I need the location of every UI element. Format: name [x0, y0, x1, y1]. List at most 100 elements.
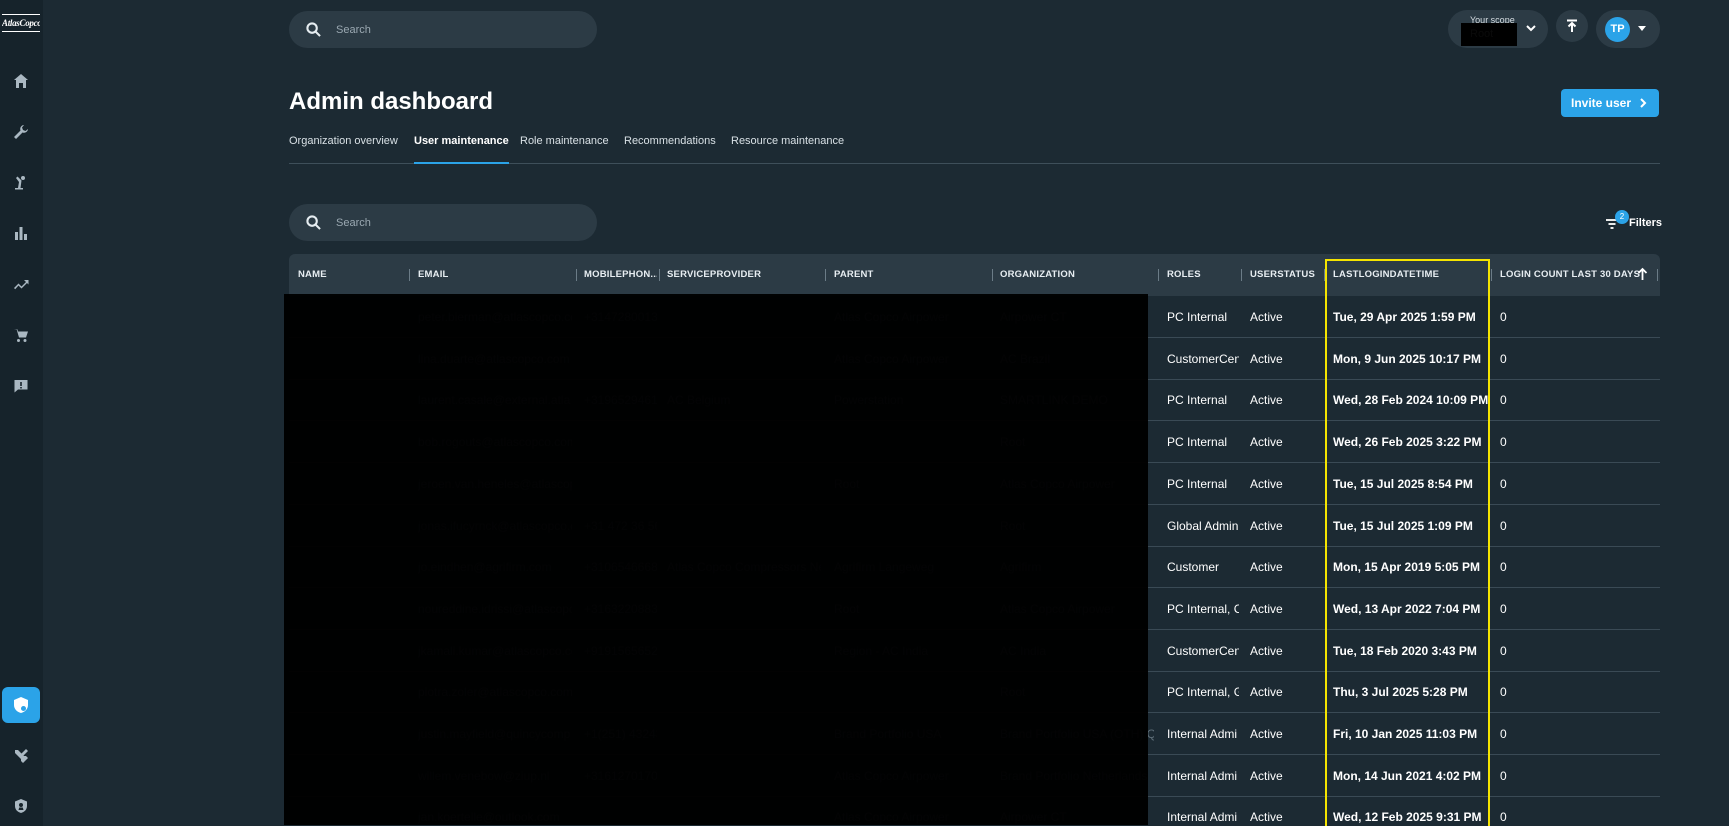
column-resize-handle[interactable]	[1241, 269, 1242, 281]
tab-bar: Organization overview User maintenance R…	[289, 133, 1660, 164]
cell-roles: PC Internal	[1167, 310, 1228, 324]
column-header-serviceprovider[interactable]: SERVICEPROVIDER	[667, 269, 817, 280]
cell-lastlogindatetime: Tue, 15 Jul 2025 8:54 PM	[1333, 476, 1473, 491]
cell-lastlogindatetime: Thu, 3 Jul 2025 5:28 PM	[1333, 685, 1468, 700]
column-resize-handle[interactable]	[576, 269, 577, 281]
cell-login-count: 0	[1500, 810, 1507, 825]
cell-roles: PC Internal, Cu	[1167, 601, 1239, 616]
table-search-input[interactable]	[336, 216, 556, 229]
cell-userstatus: Active	[1250, 727, 1283, 741]
cell-login-count: 0	[1500, 643, 1507, 658]
cell-userstatus: Active	[1250, 685, 1283, 700]
scope-selector[interactable]: Your scope Root	[1448, 10, 1548, 48]
cell-login-count: 0	[1500, 601, 1507, 616]
invite-user-button[interactable]: Invite user	[1561, 89, 1659, 117]
cell-userstatus: Active	[1250, 310, 1283, 324]
column-resize-handle[interactable]	[659, 269, 660, 281]
cell-lastlogindatetime: Mon, 15 Apr 2019 5:05 PM	[1333, 560, 1480, 575]
cell-lastlogindatetime: Tue, 29 Apr 2025 1:59 PM	[1333, 310, 1476, 324]
column-resize-handle[interactable]	[992, 269, 993, 281]
cell-login-count: 0	[1500, 768, 1507, 783]
column-header-organization[interactable]: ORGANIZATION	[1000, 269, 1150, 280]
security-shield-icon[interactable]	[8, 793, 34, 819]
machine-arm-icon[interactable]	[8, 169, 34, 195]
cell-roles: PC Internal, Gl	[1167, 685, 1239, 700]
user-menu[interactable]: TP	[1596, 10, 1660, 48]
home-icon[interactable]	[8, 68, 34, 94]
redaction-overlay	[284, 294, 1148, 825]
tab-recommendations[interactable]: Recommendations	[624, 133, 716, 164]
global-search-input[interactable]	[336, 23, 556, 36]
caret-down-icon	[1638, 26, 1646, 31]
column-header-name[interactable]: NAME	[298, 269, 398, 280]
search-icon	[306, 215, 321, 230]
cell-roles: Global Admini	[1167, 518, 1239, 533]
tab-user-maintenance[interactable]: User maintenance	[414, 133, 509, 164]
column-header-lastlogindatetime[interactable]: LASTLOGINDATETIME	[1333, 269, 1483, 280]
tab-role-maintenance[interactable]: Role maintenance	[520, 133, 609, 164]
cell-lastlogindatetime: Wed, 26 Feb 2025 3:22 PM	[1333, 435, 1482, 450]
column-header-parent[interactable]: PARENT	[834, 269, 984, 280]
cell-lastlogindatetime: Fri, 10 Jan 2025 11:03 PM	[1333, 727, 1478, 741]
cell-lastlogindatetime: Mon, 14 Jun 2021 4:02 PM	[1333, 768, 1482, 783]
table-search[interactable]	[289, 204, 597, 241]
wrench-icon[interactable]	[8, 119, 34, 145]
cell-login-count: 0	[1500, 310, 1507, 324]
table-header: NAME EMAIL MOBILEPHON... SERVICEPROVIDER…	[289, 254, 1660, 296]
atlas-copco-logo: AtlasCopco	[2, 14, 40, 32]
feedback-icon[interactable]	[8, 373, 34, 399]
chevron-down-icon	[1524, 21, 1538, 35]
tab-resource-maintenance[interactable]: Resource maintenance	[731, 133, 844, 164]
cell-userstatus: Active	[1250, 351, 1283, 366]
tools-icon[interactable]	[8, 743, 34, 769]
page-title: Admin dashboard	[289, 88, 494, 115]
window-bottom-edge	[0, 826, 1729, 834]
cell-login-count: 0	[1500, 393, 1507, 408]
cell-roles: CustomerCent	[1167, 643, 1239, 658]
column-header-userstatus[interactable]: USERSTATUS	[1250, 269, 1320, 280]
cell-lastlogindatetime: Wed, 28 Feb 2024 10:09 PM	[1333, 393, 1489, 408]
cell-userstatus: Active	[1250, 768, 1283, 783]
admin-shield-icon[interactable]	[2, 687, 40, 723]
column-resize-handle[interactable]	[1657, 269, 1658, 281]
sort-ascending-icon[interactable]	[1637, 267, 1648, 281]
invite-user-label: Invite user	[1571, 96, 1632, 110]
column-resize-handle[interactable]	[1491, 269, 1492, 281]
search-icon	[306, 22, 321, 37]
bar-chart-icon[interactable]	[8, 220, 34, 246]
cell-roles: Internal Admi	[1167, 768, 1238, 783]
chevron-right-icon	[1638, 97, 1648, 109]
cell-userstatus: Active	[1250, 643, 1283, 658]
cell-userstatus: Active	[1250, 810, 1283, 825]
column-resize-handle[interactable]	[825, 269, 826, 281]
sidebar: AtlasCopco	[0, 0, 43, 834]
upload-icon	[1567, 19, 1577, 32]
column-header-login-count[interactable]: LOGIN COUNT LAST 30 DAYS	[1500, 269, 1640, 280]
tab-organization-overview[interactable]: Organization overview	[289, 133, 398, 164]
cell-userstatus: Active	[1250, 435, 1283, 450]
cell-roles: CustomerCent	[1167, 351, 1239, 366]
cell-roles: Internal Admi	[1167, 727, 1238, 741]
cell-lastlogindatetime: Wed, 12 Feb 2025 9:31 PM	[1333, 810, 1482, 825]
cart-icon[interactable]	[8, 322, 34, 348]
cell-userstatus: Active	[1250, 560, 1283, 575]
column-resize-handle[interactable]	[409, 269, 410, 281]
cell-login-count: 0	[1500, 727, 1507, 741]
column-resize-handle[interactable]	[1158, 269, 1159, 281]
cell-login-count: 0	[1500, 560, 1507, 575]
filters-button[interactable]: 2 Filters	[1605, 210, 1663, 236]
column-header-mobilephone[interactable]: MOBILEPHON...	[584, 269, 657, 280]
cell-login-count: 0	[1500, 435, 1507, 450]
cell-userstatus: Active	[1250, 393, 1283, 408]
global-search[interactable]	[289, 11, 597, 48]
filters-label: Filters	[1629, 217, 1663, 229]
column-header-roles[interactable]: ROLES	[1167, 269, 1237, 280]
cell-login-count: 0	[1500, 476, 1507, 491]
column-header-email[interactable]: EMAIL	[418, 269, 568, 280]
column-resize-handle[interactable]	[1324, 269, 1325, 281]
cell-roles: Internal Admi	[1167, 810, 1238, 825]
cell-lastlogindatetime: Tue, 15 Jul 2025 1:09 PM	[1333, 518, 1473, 533]
upload-button[interactable]	[1556, 10, 1588, 42]
trend-icon[interactable]	[8, 271, 34, 297]
cell-lastlogindatetime: Tue, 18 Feb 2020 3:43 PM	[1333, 643, 1477, 658]
